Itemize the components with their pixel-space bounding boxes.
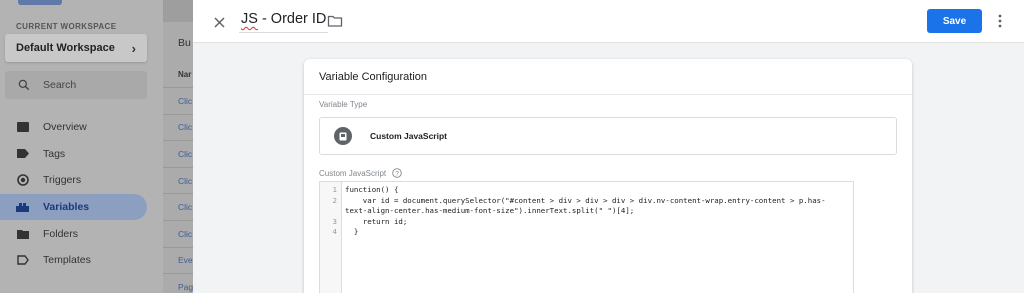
nav-list: Overview Tags Triggers Variables Folders… — [0, 114, 163, 274]
save-button[interactable]: Save — [927, 9, 982, 33]
nav-item-overview[interactable]: Overview — [0, 114, 147, 141]
list-row[interactable]: Clic — [163, 166, 193, 194]
variable-type-name: Custom JavaScript — [370, 131, 447, 141]
list-row[interactable]: Pag — [163, 273, 193, 293]
code-line: function() { — [345, 185, 399, 194]
custom-javascript-label-text: Custom JavaScript — [319, 168, 387, 178]
nav-label: Triggers — [43, 174, 82, 187]
list-rows: Clic Clic Clic Clic Clic Clic Eve Pag — [163, 87, 193, 293]
line-number: 3 — [332, 216, 337, 226]
nav-label: Variables — [43, 201, 90, 214]
title-prefix: JS — [241, 11, 258, 27]
line-number-gutter: 1 2 3 4 — [320, 182, 342, 293]
line-number: 4 — [332, 227, 337, 236]
variable-type-label: Variable Type — [319, 100, 368, 109]
nav-search[interactable]: Search — [5, 71, 147, 99]
list-row[interactable]: Clic — [163, 140, 193, 167]
list-row[interactable]: Clic — [163, 219, 193, 247]
search-placeholder: Search — [43, 79, 77, 91]
overview-icon — [16, 121, 29, 134]
more-options-button[interactable] — [990, 11, 1010, 31]
left-navigation: CURRENT WORKSPACE Default Workspace › Se… — [0, 0, 163, 293]
editor-topbar: JS - Order ID Save — [193, 0, 1024, 43]
code-line: } — [345, 227, 359, 236]
top-accent — [18, 0, 62, 5]
code-line: var id = document.querySelector("#conten… — [345, 195, 826, 205]
folder-icon[interactable] — [327, 13, 343, 29]
close-button[interactable] — [209, 12, 229, 32]
code-content: function() { var id = document.querySele… — [342, 182, 853, 293]
tag-icon — [16, 147, 29, 160]
chevron-right-icon: › — [131, 40, 136, 56]
list-row[interactable]: Clic — [163, 193, 193, 220]
nav-label: Tags — [43, 147, 66, 160]
nav-item-folders[interactable]: Folders — [0, 220, 147, 247]
more-vert-icon — [998, 14, 1002, 28]
nav-label: Templates — [43, 254, 91, 267]
list-header: Nar — [178, 70, 192, 79]
workspace-label: CURRENT WORKSPACE — [16, 22, 117, 31]
nav-label: Folders — [43, 227, 79, 240]
code-line: text-align-center.has-medium-font-size")… — [345, 206, 635, 215]
card-title: Variable Configuration — [319, 71, 428, 83]
divider — [304, 94, 912, 95]
nav-item-triggers[interactable]: Triggers — [0, 167, 147, 194]
line-number: 1 — [332, 185, 337, 194]
title-rest: - Order ID — [257, 11, 327, 27]
nav-item-templates[interactable]: Templates — [0, 247, 147, 274]
variable-configuration-card: Variable Configuration Variable Type Cus… — [304, 59, 912, 293]
custom-javascript-icon — [334, 127, 352, 145]
template-icon — [16, 254, 29, 267]
help-icon[interactable]: ? — [392, 168, 402, 178]
workspace-name: Default Workspace — [16, 42, 115, 54]
variable-editor-panel: JS - Order ID Save Variable Configuratio… — [193, 0, 1024, 293]
close-icon — [213, 16, 225, 28]
variable-type-selector[interactable]: Custom JavaScript — [319, 117, 897, 155]
list-title: Bu — [178, 37, 191, 49]
custom-javascript-label: Custom JavaScript ? — [319, 168, 402, 178]
line-number: 2 — [332, 195, 337, 205]
code-line: return id; — [345, 216, 408, 226]
list-row[interactable]: Clic — [163, 87, 193, 114]
variable-name-field[interactable]: JS - Order ID — [239, 11, 329, 33]
nav-item-variables[interactable]: Variables — [0, 193, 147, 221]
variables-icon — [16, 201, 29, 214]
list-row[interactable]: Eve — [163, 246, 193, 274]
nav-item-tags[interactable]: Tags — [0, 141, 147, 168]
line-number — [320, 206, 341, 217]
workspace-selector[interactable]: Default Workspace › — [5, 34, 147, 62]
nav-label: Overview — [43, 121, 87, 134]
list-row[interactable]: Clic — [163, 113, 193, 141]
folder-icon — [16, 227, 29, 240]
search-icon — [18, 79, 30, 91]
trigger-icon — [16, 174, 29, 187]
code-editor[interactable]: 1 2 3 4 function() { var id = document.q… — [319, 181, 854, 293]
svg-text:?: ? — [395, 170, 399, 177]
